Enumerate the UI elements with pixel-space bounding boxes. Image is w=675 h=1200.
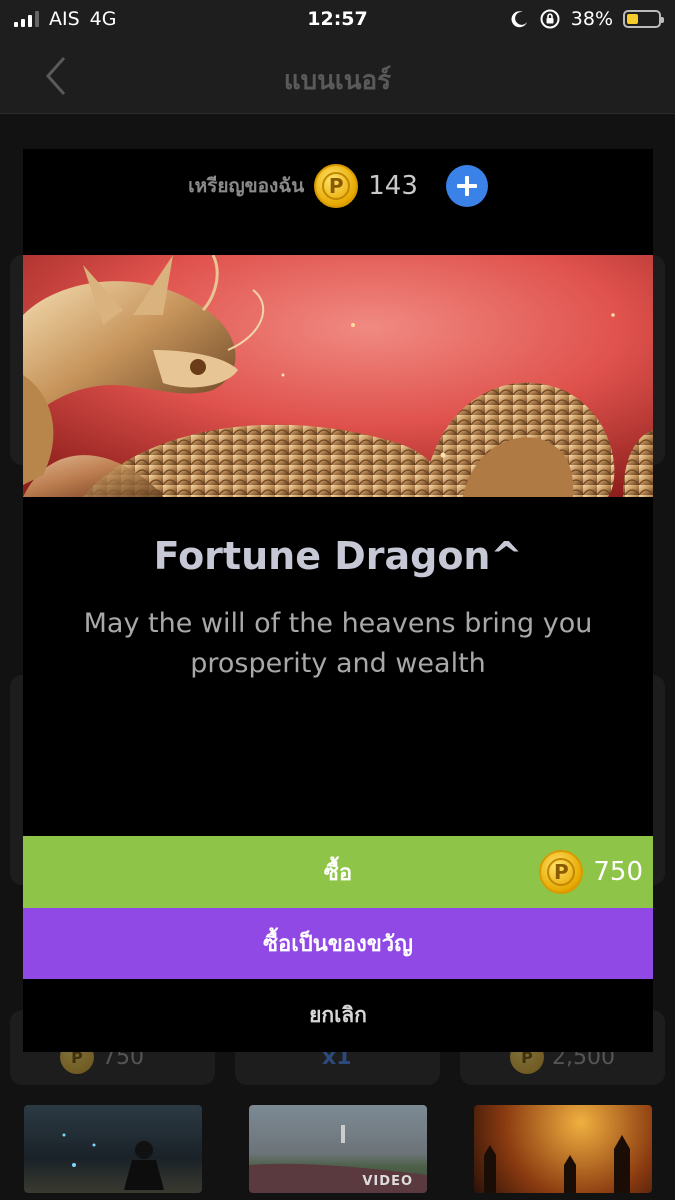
purchase-modal: เหรียญของฉัน P 143 Fortune Dragon^ May t… [23,149,653,1052]
page-title: แบนเนอร์ [283,66,392,96]
coin-count: 143 [368,171,418,201]
buy-button[interactable]: ซื้อ P 750 [23,836,653,908]
golden-dragon-banner-image [23,255,653,497]
status-bar: AIS 4G 12:57 38% [0,0,675,38]
nav-header: แบนเนอร์ [0,38,675,114]
add-coins-button[interactable] [445,165,488,207]
item-title: Fortune Dragon^ [153,534,523,578]
grid-thumbnail[interactable]: VIDEO [249,1105,427,1193]
buy-price-value: 750 [593,857,643,887]
buy-label: ซื้อ [323,860,353,886]
warrior-thumbnail-image [62,1133,164,1190]
carrier-label: AIS [49,8,80,30]
cancel-button[interactable]: ยกเลิก [23,979,653,1052]
rotation-lock-icon [540,9,560,29]
castle-thumbnail-image [484,1135,630,1193]
battery-percent: 38% [570,8,613,30]
buy-price: P 750 [539,836,643,908]
moon-icon [511,11,527,28]
battery-icon [623,10,664,28]
video-tag: VIDEO [362,1174,413,1189]
signal-icon [14,11,39,27]
wallet-label: เหรียญของฉัน [188,175,305,197]
coin-balance: เหรียญของฉัน P 143 [23,163,653,209]
item-description: May the will of the heavens bring you pr… [83,608,593,679]
grid-thumbnail[interactable] [474,1105,652,1193]
network-label: 4G [89,8,117,30]
grid-thumbnail[interactable] [24,1105,202,1193]
coin-icon: P [539,850,584,894]
coin-icon: P [314,164,359,208]
buy-as-gift-button[interactable]: ซื้อเป็นของขวัญ [23,908,653,979]
